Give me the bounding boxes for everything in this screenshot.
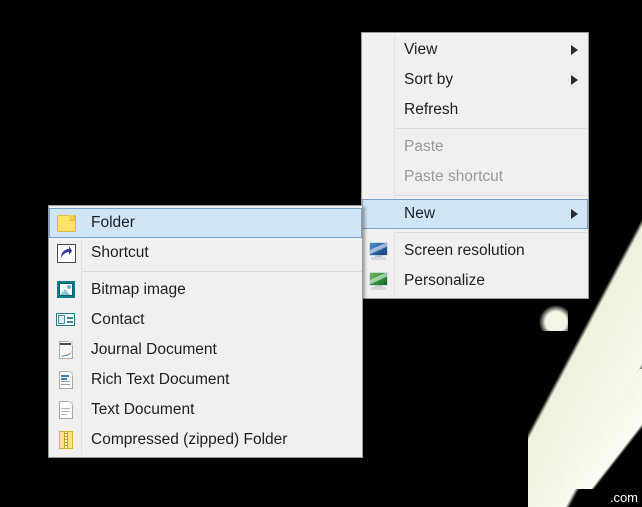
bitmap-image-icon (55, 279, 77, 301)
rich-text-document-icon (55, 369, 77, 391)
submenu-item-folder[interactable]: Folder (49, 208, 362, 238)
submenu-item-bitmap-image[interactable]: Bitmap image (49, 275, 362, 305)
menu-item-icon-slot (363, 237, 395, 265)
menu-item-icon-slot (363, 267, 395, 295)
submenu-item-icon-slot (50, 276, 82, 304)
menu-item-label: Refresh (404, 101, 459, 119)
menu-item-new[interactable]: New (362, 199, 588, 229)
submenu-item-icon-slot (50, 366, 82, 394)
submenu-item-icon-slot (50, 239, 82, 267)
submenu-item-icon-slot (50, 396, 82, 424)
submenu-item-label: Rich Text Document (91, 371, 230, 389)
menu-item-refresh[interactable]: Refresh (362, 95, 588, 125)
submenu-item-rich-text-document[interactable]: Rich Text Document (49, 365, 362, 395)
menu-item-paste-shortcut: Paste shortcut (362, 162, 588, 192)
menu-item-view[interactable]: View (362, 35, 588, 65)
submenu-item-icon-slot (50, 336, 82, 364)
shortcut-icon (55, 242, 77, 264)
menu-item-icon-slot (363, 66, 395, 94)
chevron-right-icon (561, 75, 587, 85)
compressed-folder-icon (55, 429, 77, 451)
menu-item-icon-slot (363, 163, 395, 191)
menu-item-screen-resolution[interactable]: Screen resolution (362, 236, 588, 266)
submenu-item-shortcut[interactable]: Shortcut (49, 238, 362, 268)
submenu-item-label: Text Document (91, 401, 195, 419)
submenu-item-label: Compressed (zipped) Folder (91, 431, 288, 449)
submenu-item-compressed-folder[interactable]: Compressed (zipped) Folder (49, 425, 362, 455)
menu-item-label: Personalize (404, 272, 485, 290)
menu-separator (394, 195, 588, 196)
menu-separator (394, 232, 588, 233)
menu-item-sort-by[interactable]: Sort by (362, 65, 588, 95)
text-document-icon (55, 399, 77, 421)
menu-item-icon-slot (363, 96, 395, 124)
journal-document-icon (55, 339, 77, 361)
submenu-item-label: Folder (91, 214, 135, 232)
contact-icon (55, 309, 77, 331)
monitor-blue-icon (368, 240, 390, 262)
menu-item-icon-slot (363, 36, 395, 64)
submenu-item-icon-slot (50, 306, 82, 334)
menu-item-label: View (404, 41, 438, 59)
desktop-context-menu[interactable]: View Sort by Refresh Paste Paste shortcu… (361, 32, 589, 299)
menu-item-icon-slot (363, 200, 395, 228)
menu-item-label: Paste shortcut (404, 168, 504, 186)
submenu-item-label: Bitmap image (91, 281, 186, 299)
submenu-separator (81, 271, 362, 272)
menu-item-personalize[interactable]: Personalize (362, 266, 588, 296)
menu-item-paste: Paste (362, 132, 588, 162)
menu-item-label: Screen resolution (404, 242, 525, 260)
chevron-right-icon (561, 45, 587, 55)
submenu-item-icon-slot (50, 209, 82, 237)
wallpaper-shape-secondary (566, 369, 642, 489)
menu-separator (394, 128, 588, 129)
submenu-item-journal-document[interactable]: Journal Document (49, 335, 362, 365)
new-submenu[interactable]: Folder Shortcut Bitmap image Contact Jou… (48, 205, 363, 458)
chevron-right-icon (561, 209, 587, 219)
submenu-item-contact[interactable]: Contact (49, 305, 362, 335)
submenu-item-text-document[interactable]: Text Document (49, 395, 362, 425)
menu-item-label: Sort by (404, 71, 454, 89)
menu-item-label: Paste (404, 138, 444, 156)
folder-icon (55, 212, 77, 234)
watermark-text: .com (609, 490, 638, 505)
wallpaper-shape-accent (538, 301, 568, 331)
submenu-item-label: Journal Document (91, 341, 217, 359)
submenu-item-label: Contact (91, 311, 145, 329)
submenu-item-label: Shortcut (91, 244, 149, 262)
monitor-green-icon (368, 270, 390, 292)
menu-item-icon-slot (363, 133, 395, 161)
menu-item-label: New (404, 205, 436, 223)
submenu-item-icon-slot (50, 426, 82, 454)
